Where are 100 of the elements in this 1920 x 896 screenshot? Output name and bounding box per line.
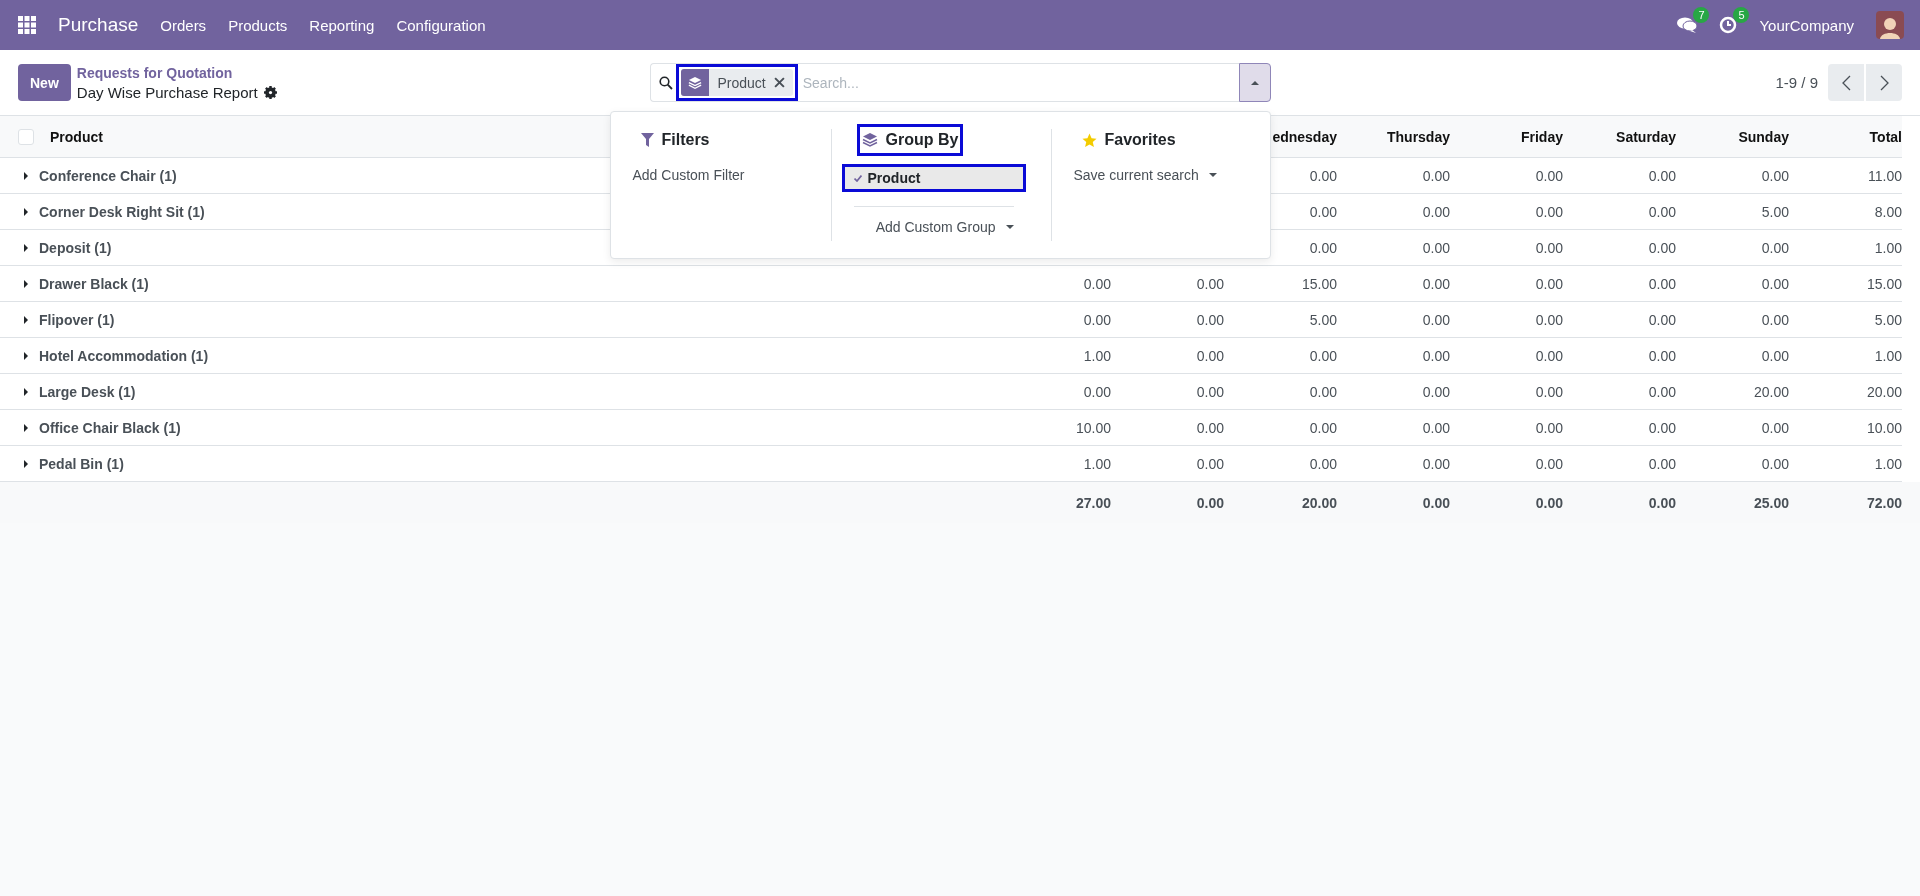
caret-icon[interactable] <box>22 279 30 288</box>
table-cell-text: 1.00 <box>1082 347 1111 364</box>
table-cell-text: 0.00 <box>1760 419 1789 436</box>
table-cell-text: 0.00 <box>1534 419 1563 436</box>
apps-menu-icon[interactable] <box>18 16 36 34</box>
message-count-badge: 7 <box>1693 7 1710 23</box>
table-cell-text: 0.00 <box>1647 455 1676 472</box>
table-cell-text: 0.00 <box>1421 383 1450 400</box>
table-cell-text: 0.00 <box>1308 383 1337 400</box>
total-cell-text: 0.00 <box>1534 494 1563 511</box>
filters-heading: Filters <box>661 131 710 149</box>
table-cell-text: 0.00 <box>1760 311 1789 328</box>
group-row-label[interactable]: Large Desk (1) <box>39 383 136 400</box>
menu-item[interactable]: Orders <box>160 16 207 34</box>
table-cell-text: 0.00 <box>1195 275 1224 292</box>
group-row-label[interactable]: Hotel Accommodation (1) <box>39 347 209 364</box>
table-cell-text: 0.00 <box>1760 275 1789 292</box>
check-icon <box>853 174 862 182</box>
group-row-label[interactable]: Deposit (1) <box>39 239 112 256</box>
add-custom-group[interactable]: Add Custom Group <box>853 206 1014 235</box>
table-cell-text: 0.00 <box>1195 455 1224 472</box>
caret-icon[interactable] <box>22 387 30 396</box>
company-name[interactable]: YourCompany <box>1759 16 1854 34</box>
column-header[interactable]: Sunday <box>1738 128 1789 145</box>
chevron-left-icon <box>1841 74 1851 91</box>
caret-icon[interactable] <box>22 423 30 432</box>
caret-icon[interactable] <box>22 171 30 180</box>
table-cell-text: 0.00 <box>1308 419 1337 436</box>
new-button[interactable]: New <box>18 64 71 101</box>
pager-value: 1-9 / 9 <box>1775 74 1818 91</box>
group-row-label[interactable]: Office Chair Black (1) <box>39 419 181 436</box>
table-cell-text: 0.00 <box>1308 167 1337 184</box>
table-cell-text: 0.00 <box>1082 383 1111 400</box>
table-cell-text: 1.00 <box>1873 347 1902 364</box>
group-row-label[interactable]: Corner Desk Right Sit (1) <box>39 203 205 220</box>
table-cell-text: 0.00 <box>1760 347 1789 364</box>
column-header[interactable]: Saturday <box>1616 128 1676 145</box>
clock-icon[interactable] <box>1719 16 1738 34</box>
table-cell-text: 0.00 <box>1308 455 1337 472</box>
filter-icon <box>640 133 654 147</box>
filter-option[interactable]: Add Custom Filter <box>632 164 745 186</box>
column-header[interactable]: Product <box>50 128 103 145</box>
save-search-option[interactable]: Save current search <box>1073 164 1217 186</box>
caret-icon[interactable] <box>22 207 30 216</box>
breadcrumb-link[interactable]: Requests for Quotation <box>76 64 277 81</box>
menu-item[interactable]: Products <box>228 16 288 34</box>
table-cell-text: 0.00 <box>1421 419 1450 436</box>
group-row-label[interactable]: Drawer Black (1) <box>39 275 149 292</box>
menu-item[interactable]: Configuration <box>396 16 486 34</box>
table-cell-text: 15.00 <box>1300 275 1337 292</box>
layers-icon <box>687 75 702 90</box>
gear-icon[interactable] <box>263 85 277 99</box>
layers-icon <box>861 132 878 148</box>
group-row-label[interactable]: Flipover (1) <box>39 311 115 328</box>
search-panel-toggle[interactable] <box>1238 63 1271 102</box>
close-icon[interactable] <box>773 77 785 88</box>
caret-icon[interactable] <box>22 459 30 468</box>
caret-icon[interactable] <box>22 243 30 252</box>
total-cell-text: 25.00 <box>1752 494 1789 511</box>
table-cell-text: 10.00 <box>1074 419 1111 436</box>
table-cell-text: 5.00 <box>1760 203 1789 220</box>
menu-item[interactable]: Reporting <box>309 16 375 34</box>
table-cell-text: 0.00 <box>1534 455 1563 472</box>
table-cell-text: 0.00 <box>1421 347 1450 364</box>
table-cell-text: 0.00 <box>1195 347 1224 364</box>
table-cell-text: 0.00 <box>1647 239 1676 256</box>
chat-icon[interactable] <box>1677 16 1698 34</box>
table-cell-text: 11.00 <box>1867 167 1902 184</box>
table-cell-text: 0.00 <box>1534 347 1563 364</box>
select-all-checkbox[interactable] <box>18 128 34 145</box>
table-cell-text: 0.00 <box>1647 275 1676 292</box>
group-by-title: Group By <box>885 131 959 149</box>
table-cell-text: 0.00 <box>1760 455 1789 472</box>
caret-icon[interactable] <box>22 351 30 360</box>
star-icon <box>1081 132 1097 148</box>
table-cell-text: 0.00 <box>1534 239 1563 256</box>
column-header[interactable]: Thursday <box>1387 128 1450 145</box>
table-cell-text: 0.00 <box>1082 311 1111 328</box>
search-field[interactable]: Product Search... <box>649 63 1239 102</box>
table-cell-text: 0.00 <box>1082 275 1111 292</box>
column-header[interactable]: ednesday <box>1272 128 1337 145</box>
caret-icon[interactable] <box>22 315 30 324</box>
table-cell-text: 0.00 <box>1647 167 1676 184</box>
table-cell-text: 10.00 <box>1865 419 1902 436</box>
table-cell-text: 0.00 <box>1421 239 1450 256</box>
column-header[interactable]: Total <box>1869 128 1902 145</box>
group-row-label[interactable]: Conference Chair (1) <box>39 167 177 184</box>
total-cell-text: 0.00 <box>1195 494 1224 511</box>
caret-icon <box>1208 171 1217 179</box>
table-cell-text: 0.00 <box>1308 203 1337 220</box>
table-cell-text: 20.00 <box>1752 383 1789 400</box>
group-by-option[interactable]: Product <box>841 164 1026 192</box>
table-cell-text: 0.00 <box>1308 347 1337 364</box>
table-cell-text: 0.00 <box>1195 311 1224 328</box>
column-header[interactable]: Friday <box>1521 128 1563 145</box>
group-row-label[interactable]: Pedal Bin (1) <box>39 455 124 472</box>
caret-icon <box>1250 78 1259 87</box>
table-cell-text: 20.00 <box>1865 383 1902 400</box>
user-avatar[interactable] <box>1876 11 1904 39</box>
table-cell-text: 0.00 <box>1647 419 1676 436</box>
